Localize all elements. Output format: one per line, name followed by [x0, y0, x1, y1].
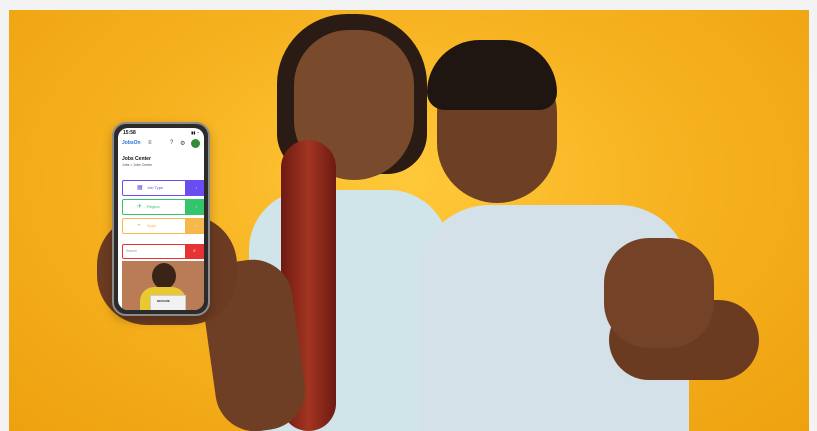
page-title: Jobs Center: [122, 156, 151, 162]
promo-image: RESUME: [122, 261, 204, 310]
signal-icon: ▮▮ ◔: [191, 130, 199, 135]
menu-item-accent: ›: [185, 181, 204, 195]
image-frame: 15:58 ▮▮ ◔ JobsOn ≡ ? ⚙ Jobs Center Jobs…: [0, 0, 817, 431]
phone-screen: 15:58 ▮▮ ◔ JobsOn ≡ ? ⚙ Jobs Center Jobs…: [118, 128, 204, 310]
search-icon: ⌕: [193, 248, 196, 254]
avatar[interactable]: [191, 139, 200, 148]
menu-item-label: Job Type: [147, 185, 164, 190]
boy-hair: [427, 40, 557, 110]
woman-head: [152, 263, 176, 289]
gear-icon[interactable]: ⚙: [180, 140, 185, 147]
menu-item-label: Apps: [147, 223, 157, 228]
chevron-right-icon: ›: [195, 185, 197, 190]
menu-item-accent: ›: [185, 200, 204, 214]
search-button[interactable]: ⌕: [185, 245, 204, 258]
boy-pointing-hand: [604, 238, 714, 348]
menu-icon[interactable]: ≡: [148, 140, 152, 146]
menu-item-accent: ›: [185, 219, 204, 233]
resume-label: RESUME: [157, 299, 170, 303]
app-logo: JobsOn: [122, 140, 141, 146]
chevron-right-icon: ›: [195, 223, 197, 228]
photo: 15:58 ▮▮ ◔ JobsOn ≡ ? ⚙ Jobs Center Jobs…: [9, 10, 809, 431]
menu-item-job-type[interactable]: ▦ Job Type ›: [122, 180, 204, 196]
building-icon: ▦: [137, 185, 143, 191]
menu-item-label: Region: [147, 204, 160, 209]
menu-item-apps[interactable]: ◒ Apps ›: [122, 218, 204, 234]
search-placeholder: Search: [126, 249, 138, 253]
smartphone: 15:58 ▮▮ ◔ JobsOn ≡ ? ⚙ Jobs Center Jobs…: [112, 122, 210, 316]
plane-icon: ✈: [137, 204, 143, 210]
help-icon[interactable]: ?: [170, 140, 173, 146]
resume-paper: RESUME: [150, 295, 186, 310]
search-field[interactable]: Search ⌕: [122, 244, 204, 259]
chevron-right-icon: ›: [195, 204, 197, 209]
status-time: 15:58: [123, 130, 136, 136]
car-icon: ◒: [137, 222, 141, 228]
breadcrumb: Jobs > Jobs Center: [122, 163, 153, 167]
menu-item-region[interactable]: ✈ Region ›: [122, 199, 204, 215]
